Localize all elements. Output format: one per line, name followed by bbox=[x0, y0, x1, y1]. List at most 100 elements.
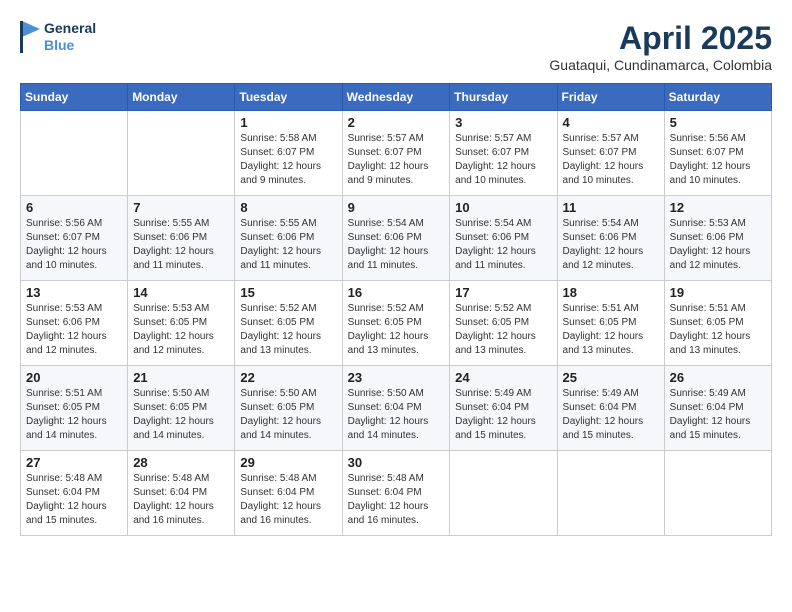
calendar-cell: 8 Sunrise: 5:55 AMSunset: 6:06 PMDaylight… bbox=[235, 196, 342, 281]
calendar-cell: 10Sunrise: 5:54 AMSunset: 6:06 PMDayligh… bbox=[450, 196, 557, 281]
day-info: Sunrise: 5:57 AMSunset: 6:07 PMDaylight:… bbox=[455, 132, 551, 188]
day-info: Sunrise: 5:57 AMSunset: 6:07 PMDaylight:… bbox=[563, 132, 659, 188]
day-info: Sunrise: 5:48 AMSunset: 6:04 PMDaylight:… bbox=[240, 472, 336, 528]
day-number: 8 bbox=[240, 200, 336, 215]
day-number: 3 bbox=[455, 115, 551, 130]
calendar-cell bbox=[128, 111, 235, 196]
calendar-header: SundayMondayTuesdayWednesdayThursdayFrid… bbox=[21, 84, 772, 111]
day-number: 13 bbox=[26, 285, 122, 300]
logo: General Blue bbox=[20, 20, 96, 54]
day-number: 11 bbox=[563, 200, 659, 215]
calendar-cell: 4 Sunrise: 5:57 AMSunset: 6:07 PMDaylight… bbox=[557, 111, 664, 196]
day-number: 21 bbox=[133, 370, 229, 385]
calendar-cell bbox=[21, 111, 128, 196]
day-number: 10 bbox=[455, 200, 551, 215]
day-info: Sunrise: 5:56 AMSunset: 6:07 PMDaylight:… bbox=[670, 132, 766, 188]
logo-blue: Blue bbox=[44, 37, 96, 54]
calendar-cell: 28 Sunrise: 5:48 AMSunset: 6:04 PMDayligh… bbox=[128, 451, 235, 536]
calendar-cell bbox=[557, 451, 664, 536]
weekday-header: Monday bbox=[128, 84, 235, 111]
day-info: Sunrise: 5:57 AMSunset: 6:07 PMDaylight:… bbox=[348, 132, 445, 188]
day-info: Sunrise: 5:50 AMSunset: 6:05 PMDaylight:… bbox=[240, 387, 336, 443]
location-subtitle: Guataqui, Cundinamarca, Colombia bbox=[549, 57, 772, 73]
day-info: Sunrise: 5:49 AMSunset: 6:04 PMDaylight:… bbox=[563, 387, 659, 443]
day-info: Sunrise: 5:56 AMSunset: 6:07 PMDaylight:… bbox=[26, 217, 122, 273]
day-number: 14 bbox=[133, 285, 229, 300]
day-number: 9 bbox=[348, 200, 445, 215]
calendar-cell: 5 Sunrise: 5:56 AMSunset: 6:07 PMDaylight… bbox=[664, 111, 771, 196]
day-number: 6 bbox=[26, 200, 122, 215]
day-info: Sunrise: 5:51 AMSunset: 6:05 PMDaylight:… bbox=[670, 302, 766, 358]
calendar-cell: 26 Sunrise: 5:49 AMSunset: 6:04 PMDayligh… bbox=[664, 366, 771, 451]
day-number: 4 bbox=[563, 115, 659, 130]
day-number: 16 bbox=[348, 285, 445, 300]
calendar-cell: 1 Sunrise: 5:58 AMSunset: 6:07 PMDaylight… bbox=[235, 111, 342, 196]
day-info: Sunrise: 5:55 AMSunset: 6:06 PMDaylight:… bbox=[133, 217, 229, 273]
calendar-cell: 18 Sunrise: 5:51 AMSunset: 6:05 PMDayligh… bbox=[557, 281, 664, 366]
day-info: Sunrise: 5:54 AMSunset: 6:06 PMDaylight:… bbox=[348, 217, 445, 273]
calendar-cell: 27 Sunrise: 5:48 AMSunset: 6:04 PMDayligh… bbox=[21, 451, 128, 536]
day-info: Sunrise: 5:55 AMSunset: 6:06 PMDaylight:… bbox=[240, 217, 336, 273]
calendar-cell: 29Sunrise: 5:48 AMSunset: 6:04 PMDayligh… bbox=[235, 451, 342, 536]
calendar-week-row: 1 Sunrise: 5:58 AMSunset: 6:07 PMDaylight… bbox=[21, 111, 772, 196]
calendar-cell: 16 Sunrise: 5:52 AMSunset: 6:05 PMDayligh… bbox=[342, 281, 450, 366]
day-info: Sunrise: 5:49 AMSunset: 6:04 PMDaylight:… bbox=[455, 387, 551, 443]
calendar-cell: 23 Sunrise: 5:50 AMSunset: 6:04 PMDayligh… bbox=[342, 366, 450, 451]
day-number: 27 bbox=[26, 455, 122, 470]
day-info: Sunrise: 5:49 AMSunset: 6:04 PMDaylight:… bbox=[670, 387, 766, 443]
weekday-header: Wednesday bbox=[342, 84, 450, 111]
calendar-cell: 21Sunrise: 5:50 AMSunset: 6:05 PMDayligh… bbox=[128, 366, 235, 451]
month-year-title: April 2025 bbox=[549, 20, 772, 57]
day-info: Sunrise: 5:50 AMSunset: 6:04 PMDaylight:… bbox=[348, 387, 445, 443]
logo-general: General bbox=[44, 20, 96, 37]
day-number: 18 bbox=[563, 285, 659, 300]
day-number: 26 bbox=[670, 370, 766, 385]
calendar-cell bbox=[450, 451, 557, 536]
day-number: 25 bbox=[563, 370, 659, 385]
weekday-header: Sunday bbox=[21, 84, 128, 111]
day-number: 7 bbox=[133, 200, 229, 215]
weekday-header: Tuesday bbox=[235, 84, 342, 111]
weekday-header: Thursday bbox=[450, 84, 557, 111]
day-number: 24 bbox=[455, 370, 551, 385]
calendar-table: SundayMondayTuesdayWednesdayThursdayFrid… bbox=[20, 83, 772, 536]
calendar-cell: 13 Sunrise: 5:53 AMSunset: 6:06 PMDayligh… bbox=[21, 281, 128, 366]
day-info: Sunrise: 5:53 AMSunset: 6:06 PMDaylight:… bbox=[670, 217, 766, 273]
day-info: Sunrise: 5:51 AMSunset: 6:05 PMDaylight:… bbox=[26, 387, 122, 443]
calendar-cell: 7 Sunrise: 5:55 AMSunset: 6:06 PMDaylight… bbox=[128, 196, 235, 281]
day-info: Sunrise: 5:51 AMSunset: 6:05 PMDaylight:… bbox=[563, 302, 659, 358]
weekday-row: SundayMondayTuesdayWednesdayThursdayFrid… bbox=[21, 84, 772, 111]
calendar-cell: 19 Sunrise: 5:51 AMSunset: 6:05 PMDayligh… bbox=[664, 281, 771, 366]
day-info: Sunrise: 5:48 AMSunset: 6:04 PMDaylight:… bbox=[348, 472, 445, 528]
day-number: 22 bbox=[240, 370, 336, 385]
calendar-cell: 3 Sunrise: 5:57 AMSunset: 6:07 PMDaylight… bbox=[450, 111, 557, 196]
day-number: 19 bbox=[670, 285, 766, 300]
calendar-cell: 20 Sunrise: 5:51 AMSunset: 6:05 PMDayligh… bbox=[21, 366, 128, 451]
calendar-week-row: 27 Sunrise: 5:48 AMSunset: 6:04 PMDayligh… bbox=[21, 451, 772, 536]
calendar-cell: 25 Sunrise: 5:49 AMSunset: 6:04 PMDayligh… bbox=[557, 366, 664, 451]
calendar-cell: 22 Sunrise: 5:50 AMSunset: 6:05 PMDayligh… bbox=[235, 366, 342, 451]
calendar-cell bbox=[664, 451, 771, 536]
title-area: April 2025 Guataqui, Cundinamarca, Colom… bbox=[549, 20, 772, 73]
day-number: 1 bbox=[240, 115, 336, 130]
day-number: 5 bbox=[670, 115, 766, 130]
calendar-body: 1 Sunrise: 5:58 AMSunset: 6:07 PMDaylight… bbox=[21, 111, 772, 536]
calendar-cell: 14Sunrise: 5:53 AMSunset: 6:05 PMDayligh… bbox=[128, 281, 235, 366]
weekday-header: Friday bbox=[557, 84, 664, 111]
calendar-cell: 30Sunrise: 5:48 AMSunset: 6:04 PMDayligh… bbox=[342, 451, 450, 536]
day-info: Sunrise: 5:52 AMSunset: 6:05 PMDaylight:… bbox=[348, 302, 445, 358]
day-info: Sunrise: 5:53 AMSunset: 6:06 PMDaylight:… bbox=[26, 302, 122, 358]
day-number: 12 bbox=[670, 200, 766, 215]
calendar-week-row: 20 Sunrise: 5:51 AMSunset: 6:05 PMDayligh… bbox=[21, 366, 772, 451]
logo-container: General Blue bbox=[20, 20, 96, 54]
calendar-week-row: 6 Sunrise: 5:56 AMSunset: 6:07 PMDaylight… bbox=[21, 196, 772, 281]
day-info: Sunrise: 5:52 AMSunset: 6:05 PMDaylight:… bbox=[240, 302, 336, 358]
day-number: 23 bbox=[348, 370, 445, 385]
day-number: 28 bbox=[133, 455, 229, 470]
calendar-week-row: 13 Sunrise: 5:53 AMSunset: 6:06 PMDayligh… bbox=[21, 281, 772, 366]
calendar-cell: 15Sunrise: 5:52 AMSunset: 6:05 PMDayligh… bbox=[235, 281, 342, 366]
day-info: Sunrise: 5:58 AMSunset: 6:07 PMDaylight:… bbox=[240, 132, 336, 188]
day-number: 20 bbox=[26, 370, 122, 385]
day-info: Sunrise: 5:48 AMSunset: 6:04 PMDaylight:… bbox=[133, 472, 229, 528]
day-info: Sunrise: 5:48 AMSunset: 6:04 PMDaylight:… bbox=[26, 472, 122, 528]
